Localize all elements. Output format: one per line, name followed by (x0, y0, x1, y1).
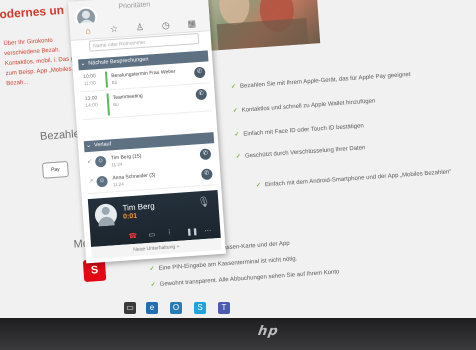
hangup-icon[interactable]: ☎ (128, 232, 137, 241)
phone-icon[interactable]: ✆ (199, 148, 212, 161)
calendar-icon[interactable]: ▦ (183, 17, 200, 30)
outgoing-call-icon: ↗ (88, 178, 94, 185)
laptop-bezel: hp (0, 318, 476, 350)
transfer-icon[interactable]: ▭ (148, 231, 155, 239)
skype-icon[interactable]: S (194, 302, 206, 314)
contacts-icon[interactable]: ♙ (132, 21, 149, 34)
history-icon[interactable]: ◷ (157, 19, 174, 32)
file-explorer-icon[interactable]: ▭ (124, 302, 136, 314)
bullet-item: ✓ Einfach mit dem Android-Smartphone und … (255, 169, 452, 189)
chevron-down-icon: ⌄ (85, 142, 92, 150)
keypad-icon[interactable]: ⁞ (168, 229, 170, 236)
bullet-item: ✓ Einfach mit Face ID oder Touch ID bestä… (234, 123, 365, 139)
edge-icon[interactable]: e (146, 302, 158, 314)
caller-avatar (94, 203, 118, 227)
bullet-item: ✓ Geschützt durch Verschlüsselung Ihrer D… (235, 145, 366, 161)
hero-photo (203, 0, 321, 51)
chevron-down-icon: ⌄ (80, 60, 86, 68)
teams-icon[interactable]: T (218, 302, 230, 314)
phone-icon[interactable]: ✆ (195, 88, 208, 101)
phone-icon[interactable]: ✆ (193, 66, 206, 79)
hp-logo: hp (255, 324, 282, 339)
bullet-item: ✓ Eine PIN-Eingabe am Kassenterminal ist … (149, 256, 298, 273)
bullet-item: ✓ Bezahlen Sie mit Ihrem Apple-Gerät, das… (230, 71, 411, 91)
hold-icon[interactable]: ❚❚ (186, 227, 198, 236)
page-title: odernes un (0, 2, 65, 22)
incoming-call-icon: ↙ (87, 158, 93, 166)
taskbar: ▭ e O S T (120, 300, 320, 318)
avatar: ☺ (96, 175, 108, 188)
more-icon[interactable]: ⋯ (204, 227, 211, 235)
apple-pay-logo: Pay (41, 160, 69, 179)
bullet-item: ✓ Kontaktlos und schnell zu Apple Wallet … (232, 98, 376, 115)
laptop-screen: odernes un Über Ihr Girokonto verschiede… (0, 0, 476, 318)
presence-status[interactable]: Prioritäten (118, 1, 150, 10)
call-timer: 0:01 (122, 212, 138, 221)
phone-icon[interactable]: ✆ (200, 168, 213, 181)
mute-icon[interactable]: 🎙 (197, 197, 210, 209)
avatar: ☺ (94, 155, 107, 168)
home-icon[interactable]: ⌂ (80, 24, 97, 37)
outlook-icon[interactable]: O (170, 302, 182, 314)
caller-name: Tim Berg (122, 201, 155, 213)
star-icon[interactable]: ☆ (106, 22, 123, 35)
softphone-window: Prioritäten ⌂ ☆ ♙ ◷ ▦ Name oder Rufnumme… (68, 0, 226, 264)
bullet-item: ✓ Gewohnt transparent. Alle Abbuchungen s… (150, 269, 340, 289)
